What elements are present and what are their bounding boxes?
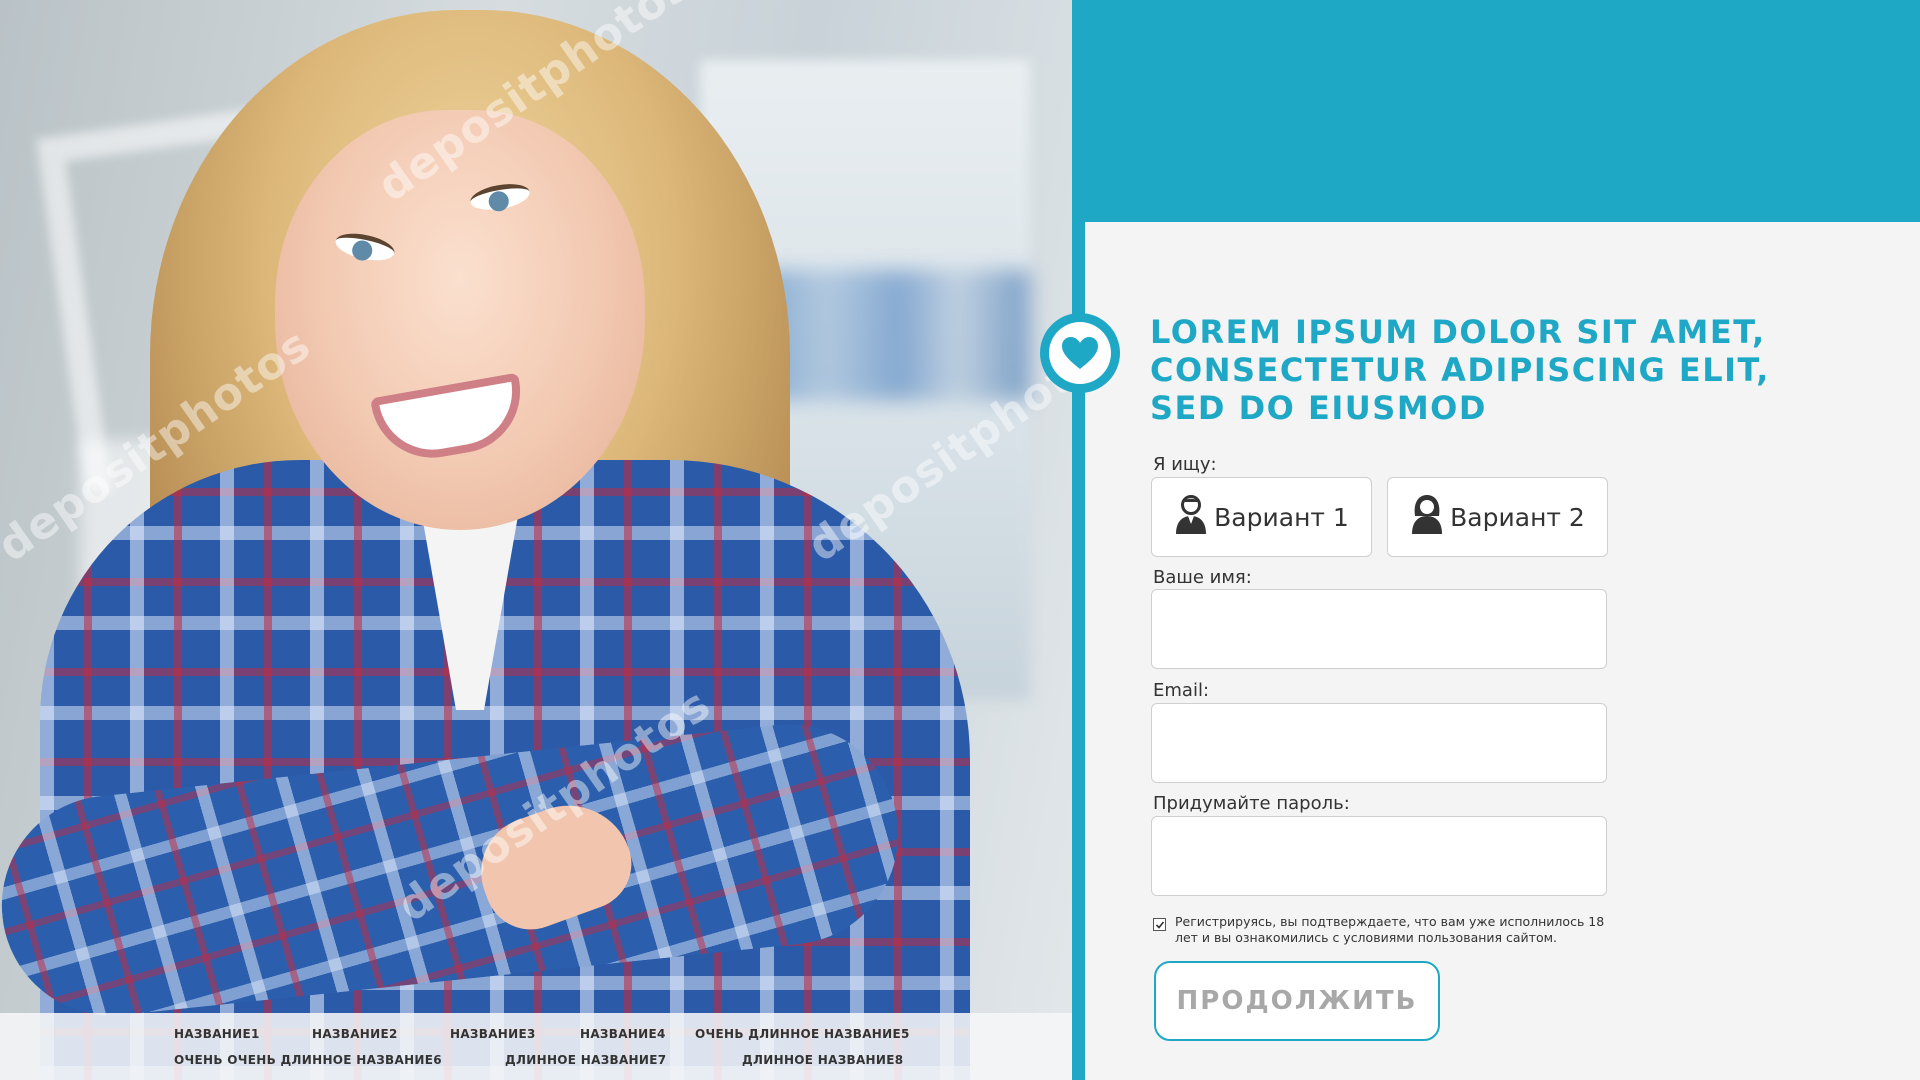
nav-item-6[interactable]: ОЧЕНЬ ОЧЕНЬ ДЛИННОЕ НАЗВАНИЕ6 — [174, 1053, 442, 1067]
form-headline: LOREM IPSUM DOLOR SIT AMET, CONSECTETUR … — [1150, 313, 1770, 427]
option-1-button[interactable]: Вариант 1 — [1151, 477, 1372, 557]
check-icon — [1155, 920, 1164, 929]
footer-nav: НАЗВАНИЕ1 НАЗВАНИЕ2 НАЗВАНИЕ3 НАЗВАНИЕ4 … — [0, 1013, 1072, 1080]
agree-checkbox[interactable] — [1153, 918, 1166, 931]
password-input[interactable] — [1151, 816, 1607, 896]
email-label: Email: — [1153, 680, 1210, 701]
password-label: Придумайте пароль: — [1153, 793, 1350, 814]
headline-line-2: CONSECTETUR ADIPISCING ELIT, — [1150, 351, 1770, 389]
nav-item-1[interactable]: НАЗВАНИЕ1 — [174, 1027, 260, 1041]
name-input[interactable] — [1151, 589, 1607, 669]
nav-item-5[interactable]: ОЧЕНЬ ДЛИННОЕ НАЗВАНИЕ5 — [695, 1027, 910, 1041]
hero-photo: depositphotos depositphotos depositphoto… — [0, 0, 1072, 1080]
headline-line-1: LOREM IPSUM DOLOR SIT AMET, — [1150, 313, 1766, 351]
seeking-label: Я ищу: — [1153, 454, 1217, 475]
face — [275, 110, 645, 530]
header-banner — [1072, 0, 1920, 222]
smile — [370, 372, 530, 468]
name-label: Ваше имя: — [1153, 567, 1252, 588]
heart-icon — [1049, 322, 1111, 384]
option-2-button[interactable]: Вариант 2 — [1387, 477, 1608, 557]
nav-item-8[interactable]: ДЛИННОЕ НАЗВАНИЕ8 — [742, 1053, 903, 1067]
left-eye — [333, 229, 397, 265]
agree-text: Регистрируясь, вы подтверждаете, что вам… — [1175, 914, 1605, 945]
nav-item-3[interactable]: НАЗВАНИЕ3 — [450, 1027, 536, 1041]
heart-badge — [1040, 313, 1120, 393]
male-user-icon — [1174, 494, 1208, 540]
nav-item-7[interactable]: ДЛИННОЕ НАЗВАНИЕ7 — [505, 1053, 666, 1067]
headline-line-3: SED DO EIUSMOD — [1150, 389, 1487, 427]
right-eye — [468, 179, 532, 215]
nav-item-2[interactable]: НАЗВАНИЕ2 — [312, 1027, 398, 1041]
continue-button[interactable]: ПРОДОЛЖИТЬ — [1154, 961, 1440, 1041]
nav-item-4[interactable]: НАЗВАНИЕ4 — [580, 1027, 666, 1041]
option-1-label: Вариант 1 — [1214, 502, 1349, 532]
female-user-icon — [1410, 494, 1444, 540]
email-input[interactable] — [1151, 703, 1607, 783]
option-2-label: Вариант 2 — [1450, 502, 1585, 532]
